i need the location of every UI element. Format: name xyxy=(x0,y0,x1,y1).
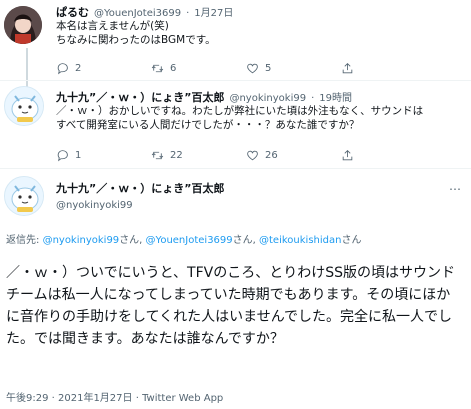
tweet-footer[interactable]: 午後9:29 · 2021年1月27日 · Twitter Web App xyxy=(6,389,223,404)
text-line: ／・ｗ・）おかしいですね。わたしが弊社にいた頃は外注もなく、サウンドはすべて開発… xyxy=(56,105,424,131)
mention-link[interactable]: @YouenJotei3699 xyxy=(146,235,233,246)
tweet-1[interactable]: ぱるむ @YouenJotei3699 · 1月27日 本名は言えませんが(笑)… xyxy=(0,0,471,96)
avatar-image xyxy=(5,177,43,215)
author-handle[interactable]: @YouenJotei3699 xyxy=(94,8,181,19)
reply-icon xyxy=(57,63,68,75)
author-handle[interactable]: @nyokinyoki99 xyxy=(229,93,306,104)
tweet-main-text: ／・ｗ・）ついでにいうと、TFVのころ、とりわけSS版の頃はサウンドチームは私一… xyxy=(6,265,455,347)
retweet-count: 6 xyxy=(170,63,177,74)
reply-icon xyxy=(57,150,68,162)
avatar-image xyxy=(5,87,43,125)
separator: · xyxy=(186,8,190,19)
reply-count: 1 xyxy=(75,150,82,161)
retweet-count: 22 xyxy=(170,150,183,161)
share-icon xyxy=(342,63,353,74)
author-name[interactable]: 九十九”／・ｗ・）にょき”百太郎 xyxy=(56,89,224,105)
mention-suffix: さん xyxy=(341,235,362,246)
more-button[interactable]: ⋯ xyxy=(449,182,461,196)
like-button[interactable]: 26 xyxy=(246,149,341,162)
avatar[interactable] xyxy=(4,86,44,126)
avatar[interactable] xyxy=(4,6,42,44)
text-line: 本名は言えませんが(笑) xyxy=(56,20,169,32)
like-count: 26 xyxy=(265,150,278,161)
mention-link[interactable]: @nyokinyoki99 xyxy=(43,235,120,246)
retweet-button[interactable]: 22 xyxy=(151,149,246,162)
mention-suffix: さん, xyxy=(232,235,260,246)
like-icon xyxy=(247,150,258,161)
like-icon xyxy=(247,63,258,74)
avatar-image xyxy=(4,6,42,44)
separator: · xyxy=(311,93,315,104)
reply-button[interactable]: 1 xyxy=(56,149,151,162)
author-name[interactable]: 九十九”／・ｗ・）にょき”百太郎 xyxy=(56,180,224,196)
like-button[interactable]: 5 xyxy=(246,62,341,75)
tweet-text: 本名は言えませんが(笑) ちなみに関わったのはBGMです。 xyxy=(56,19,216,47)
share-button[interactable] xyxy=(341,62,436,75)
mention-link[interactable]: @teikoukishidan xyxy=(259,235,341,246)
author-handle[interactable]: @nyokinyoki99 xyxy=(56,200,224,211)
avatar[interactable] xyxy=(4,176,44,216)
share-button[interactable] xyxy=(341,149,436,162)
more-icon: ⋯ xyxy=(449,182,461,196)
tweet-3-focused[interactable]: 九十九”／・ｗ・）にょき”百太郎 @nyokinyoki99 ⋯ 返信先: @n… xyxy=(0,168,471,409)
tweet-2[interactable]: 九十九”／・ｗ・）にょき”百太郎 @nyokinyoki99 · 19時間 ／・… xyxy=(0,80,471,168)
action-bar: 2 6 5 xyxy=(56,62,436,75)
retweet-icon xyxy=(151,64,164,73)
author-name[interactable]: ぱるむ xyxy=(56,4,89,20)
reply-button[interactable]: 2 xyxy=(56,62,151,75)
reply-to: 返信先: @nyokinyoki99さん, @YouenJotei3699さん,… xyxy=(6,231,361,246)
timestamp[interactable]: 19時間 xyxy=(319,89,352,104)
retweet-icon xyxy=(151,151,164,160)
tweet-text: ／・ｗ・）おかしいですね。わたしが弊社にいた頃は外注もなく、サウンドはすべて開発… xyxy=(56,104,428,132)
timestamp[interactable]: 1月27日 xyxy=(194,4,233,19)
like-count: 5 xyxy=(265,63,272,74)
action-bar: 1 22 26 xyxy=(56,149,436,162)
retweet-button[interactable]: 6 xyxy=(151,62,246,75)
share-icon xyxy=(342,150,353,161)
mention-suffix: さん, xyxy=(119,235,146,246)
reply-count: 2 xyxy=(75,63,82,74)
text-line: ちなみに関わったのはBGMです。 xyxy=(56,34,216,46)
reply-to-label: 返信先: xyxy=(6,235,40,246)
